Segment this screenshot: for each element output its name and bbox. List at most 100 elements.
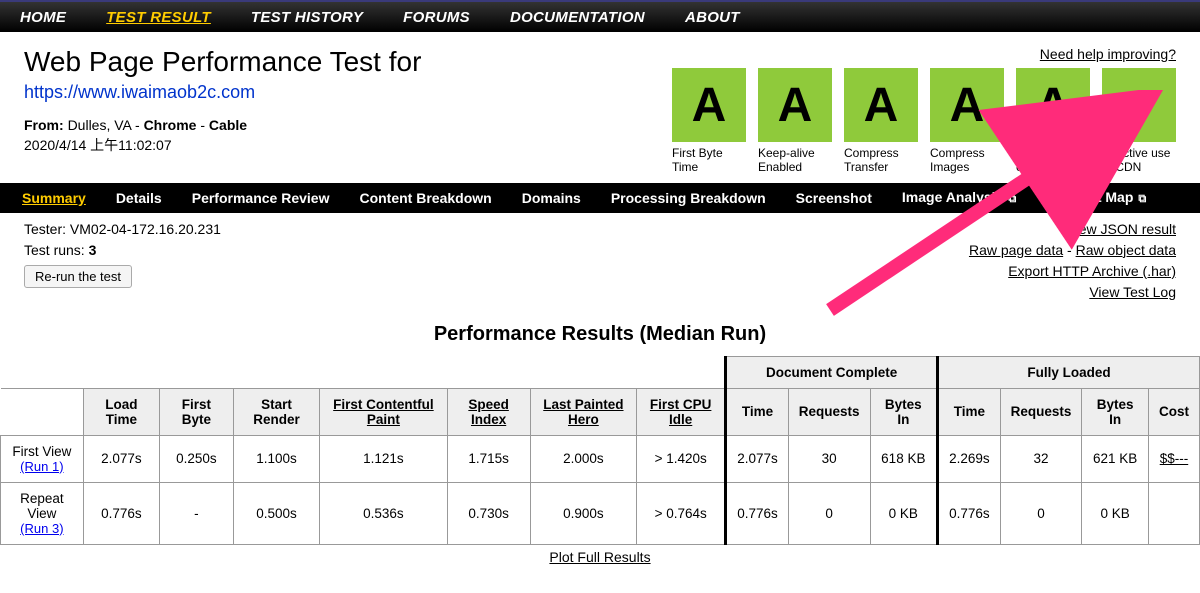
- grade-letter: A: [930, 68, 1004, 142]
- nav-home[interactable]: HOME: [20, 9, 66, 26]
- grade-first-byte[interactable]: A First Byte Time: [672, 68, 746, 175]
- nav-documentation[interactable]: DOCUMENTATION: [510, 9, 645, 26]
- cell: 1.100s: [233, 435, 320, 482]
- col-dc-bytes: Bytes In: [870, 388, 938, 435]
- col-dc-time: Time: [726, 388, 789, 435]
- cell: 618 KB: [870, 435, 938, 482]
- plot-full-results: Plot Full Results: [0, 549, 1200, 565]
- rerun-button[interactable]: Re-run the test: [24, 265, 132, 288]
- cell: 2.077s: [726, 435, 789, 482]
- tester-label: Tester:: [24, 221, 66, 237]
- cell: 32: [1000, 435, 1082, 482]
- row-label: First View: [12, 444, 71, 459]
- col-first-contentful-paint[interactable]: First Contentful Paint: [320, 388, 447, 435]
- runs-label: Test runs:: [24, 242, 85, 258]
- grade-label: Keep-alive Enabled: [758, 146, 832, 175]
- grade-label: Compress Images: [930, 146, 1004, 175]
- raw-object-data-link[interactable]: Raw object data: [1076, 242, 1176, 258]
- cell: 1.121s: [320, 435, 447, 482]
- grade-letter: A: [1016, 68, 1090, 142]
- help-improving-link[interactable]: Need help improving?: [1040, 46, 1176, 62]
- grade-letter: A: [844, 68, 918, 142]
- cell: 0.776s: [938, 482, 1001, 544]
- nav-test-result[interactable]: TEST RESULT: [106, 9, 211, 26]
- col-first-cpu-idle[interactable]: First CPU Idle: [637, 388, 726, 435]
- col-fl-time: Time: [938, 388, 1001, 435]
- col-speed-index[interactable]: Speed Index: [447, 388, 530, 435]
- cell: 621 KB: [1082, 435, 1149, 482]
- col-dc-requests: Requests: [788, 388, 870, 435]
- header-left: Web Page Performance Test for https://ww…: [24, 46, 421, 155]
- tab-processing-breakdown[interactable]: Processing Breakdown: [611, 190, 766, 206]
- cell: 0.730s: [447, 482, 530, 544]
- cell: 0.776s: [726, 482, 789, 544]
- view-json-link[interactable]: View JSON result: [1067, 221, 1176, 237]
- grade-compress-images[interactable]: A Compress Images: [930, 68, 1004, 175]
- tab-request-map[interactable]: Request Map ⧉: [1046, 189, 1146, 206]
- export-har-link[interactable]: Export HTTP Archive (.har): [1008, 263, 1176, 279]
- run-link[interactable]: (Run 1): [11, 459, 73, 474]
- cell: 0 KB: [1082, 482, 1149, 544]
- col-start-render: Start Render: [233, 388, 320, 435]
- from-connection: Cable: [209, 117, 247, 133]
- tester-value: VM02-04-172.16.20.231: [70, 221, 221, 237]
- tab-domains[interactable]: Domains: [522, 190, 581, 206]
- tab-performance-review[interactable]: Performance Review: [192, 190, 330, 206]
- plot-full-results-link[interactable]: Plot Full Results: [549, 549, 650, 565]
- col-first-byte: First Byte: [160, 388, 234, 435]
- header: Web Page Performance Test for https://ww…: [0, 32, 1200, 183]
- cell: 0.500s: [233, 482, 320, 544]
- tab-screenshot[interactable]: Screenshot: [796, 190, 872, 206]
- grade-label: Effective use of CDN: [1102, 146, 1176, 175]
- cell-cost[interactable]: $$---: [1148, 435, 1199, 482]
- cell: > 1.420s: [637, 435, 726, 482]
- grade-label: Compress Transfer: [844, 146, 918, 175]
- group-document-complete: Document Complete: [726, 356, 938, 388]
- nav-test-history[interactable]: TEST HISTORY: [251, 9, 363, 26]
- results-table: Document Complete Fully Loaded Load Time…: [0, 356, 1200, 545]
- nav-about[interactable]: ABOUT: [685, 9, 740, 26]
- cell: 0 KB: [870, 482, 938, 544]
- cell: > 0.764s: [637, 482, 726, 544]
- results-title: Performance Results (Median Run): [0, 323, 1200, 346]
- row-repeat-view: Repeat View (Run 3): [1, 482, 84, 544]
- tab-details[interactable]: Details: [116, 190, 162, 206]
- grade-cache-static[interactable]: A Cache static content: [1016, 68, 1090, 175]
- table-row: Repeat View (Run 3) 0.776s - 0.500s 0.53…: [1, 482, 1200, 544]
- cell: 2.000s: [530, 435, 636, 482]
- grade-keep-alive[interactable]: A Keep-alive Enabled: [758, 68, 832, 175]
- grade-cdn[interactable]: Effective use of CDN: [1102, 68, 1176, 175]
- from-location: Dulles, VA: [68, 117, 132, 133]
- test-from: From: Dulles, VA - Chrome - Cable: [24, 117, 421, 133]
- top-nav: HOME TEST RESULT TEST HISTORY FORUMS DOC…: [0, 0, 1200, 32]
- table-group-row: Document Complete Fully Loaded: [1, 356, 1200, 388]
- raw-page-data-link[interactable]: Raw page data: [969, 242, 1063, 258]
- col-cost: Cost: [1148, 388, 1199, 435]
- row-label: Repeat View: [20, 491, 64, 521]
- view-test-log-link[interactable]: View Test Log: [1089, 284, 1176, 300]
- cell: 0.900s: [530, 482, 636, 544]
- cell: 0.536s: [320, 482, 447, 544]
- col-fl-requests: Requests: [1000, 388, 1082, 435]
- cell: 2.077s: [83, 435, 159, 482]
- grade-compress-transfer[interactable]: A Compress Transfer: [844, 68, 918, 175]
- group-fully-loaded: Fully Loaded: [938, 356, 1200, 388]
- run-link[interactable]: (Run 3): [11, 521, 73, 536]
- tab-summary[interactable]: Summary: [22, 190, 86, 206]
- cell: -: [160, 482, 234, 544]
- corner-cell: [1, 388, 84, 435]
- grade-letter: A: [758, 68, 832, 142]
- tab-image-analysis[interactable]: Image Analysis ⧉: [902, 189, 1016, 206]
- grades-wrap: Need help improving? A First Byte Time A…: [672, 46, 1176, 175]
- cell: 30: [788, 435, 870, 482]
- info-left: Tester: VM02-04-172.16.20.231 Test runs:…: [24, 219, 221, 288]
- check-icon: [1102, 68, 1176, 142]
- info-row: Tester: VM02-04-172.16.20.231 Test runs:…: [0, 213, 1200, 307]
- col-last-painted-hero[interactable]: Last Painted Hero: [530, 388, 636, 435]
- tested-url[interactable]: https://www.iwaimaob2c.com: [24, 82, 255, 103]
- nav-forums[interactable]: FORUMS: [403, 9, 470, 26]
- cell: 0: [1000, 482, 1082, 544]
- sub-nav: Summary Details Performance Review Conte…: [0, 183, 1200, 213]
- table-row: First View (Run 1) 2.077s 0.250s 1.100s …: [1, 435, 1200, 482]
- tab-content-breakdown[interactable]: Content Breakdown: [359, 190, 491, 206]
